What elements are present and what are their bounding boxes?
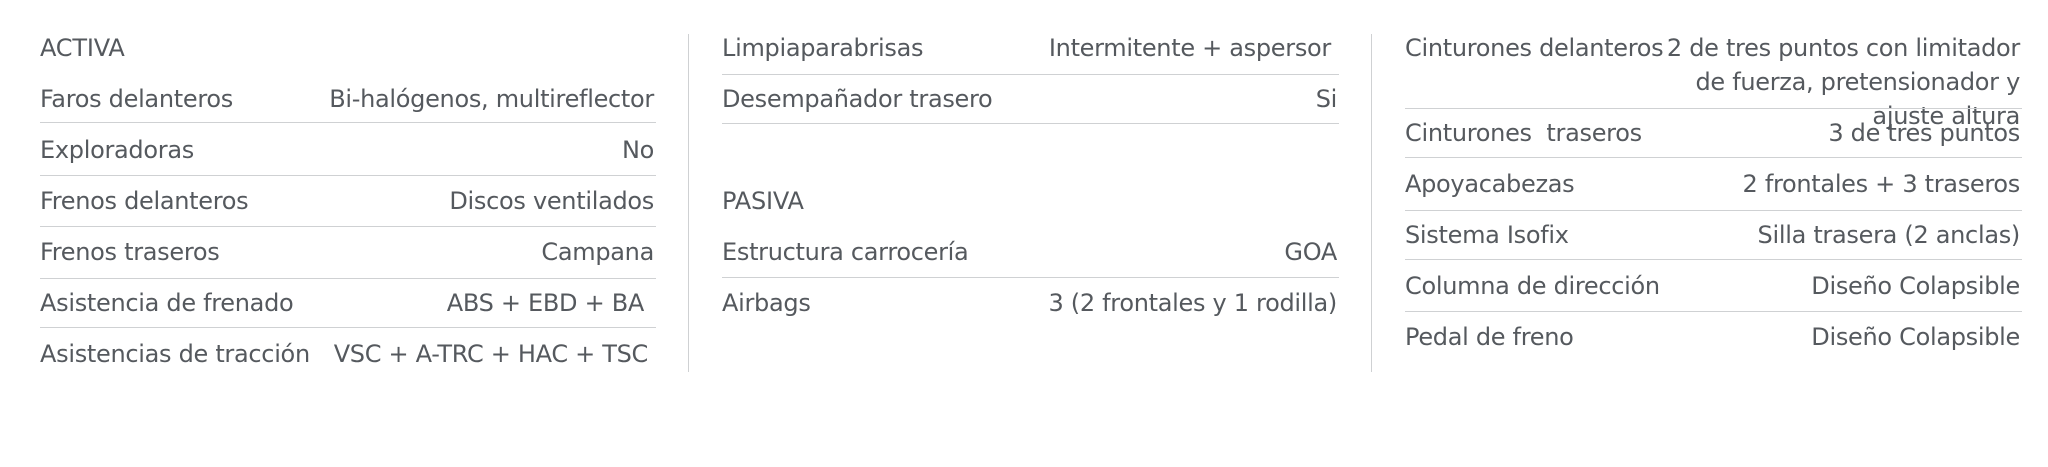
spec-value: Discos ventilados — [449, 187, 654, 215]
row-divider — [1405, 108, 2022, 109]
spec-value: Diseño Colapsible — [1811, 272, 2020, 300]
spec-value: Si — [1315, 85, 1338, 113]
spec-label: Airbags — [722, 289, 811, 317]
row-divider — [1405, 259, 2022, 260]
spec-value: 3 (2 frontales y 1 rodilla) — [1048, 289, 1338, 317]
spec-label: Asistencia de frenado — [40, 289, 294, 317]
spec-value: ABS + EBD + BA — [446, 289, 645, 317]
spec-label: Frenos delanteros — [40, 187, 249, 215]
spec-value: VSC + A-TRC + HAC + TSC — [333, 340, 649, 368]
spec-label: Pedal de freno — [1405, 323, 1574, 351]
spec-value: 3 de tres puntos — [1828, 119, 2020, 147]
row-divider — [722, 74, 1339, 75]
spec-label: Desempañador trasero — [722, 85, 993, 113]
spec-value: 2 frontales + 3 traseros — [1742, 170, 2021, 198]
spec-label: Estructura carrocería — [722, 238, 969, 266]
row-divider — [40, 327, 656, 328]
spec-label: Cinturones delanteros — [1405, 34, 1664, 62]
spec-value: Campana — [541, 238, 654, 266]
spec-label: Limpiaparabrisas — [722, 34, 924, 62]
column-divider — [1371, 34, 1372, 372]
spec-label: Cinturones traseros — [1405, 119, 1642, 147]
spec-label: Apoyacabezas — [1405, 170, 1575, 198]
spec-label: Frenos traseros — [40, 238, 220, 266]
row-divider — [40, 226, 656, 227]
specs-page: ACTIVA Faros delanteros Bi-halógenos, mu… — [0, 0, 2048, 467]
spec-value: Bi-halógenos, multireflector — [329, 85, 654, 113]
row-divider — [40, 122, 656, 123]
activa-heading: ACTIVA — [40, 34, 125, 62]
spec-value: No — [621, 136, 654, 164]
spec-label: Faros delanteros — [40, 85, 233, 113]
row-divider — [40, 175, 656, 176]
column-divider — [688, 34, 689, 372]
spec-label: Columna de dirección — [1405, 272, 1660, 300]
spec-label: Exploradoras — [40, 136, 194, 164]
spec-value: Diseño Colapsible — [1811, 323, 2020, 351]
row-divider — [722, 277, 1339, 278]
spec-label: Asistencias de tracción — [40, 340, 310, 368]
row-divider — [40, 278, 656, 279]
spec-label: Sistema Isofix — [1405, 221, 1569, 249]
row-divider — [722, 123, 1339, 124]
row-divider — [1405, 210, 2022, 211]
spec-value: Silla trasera (2 anclas) — [1757, 221, 2021, 249]
row-divider — [1405, 311, 2022, 312]
row-divider — [1405, 157, 2022, 158]
pasiva-heading: PASIVA — [722, 187, 804, 215]
spec-value: Intermitente + aspersor — [1048, 34, 1331, 62]
spec-value: 2 de tres puntos con limitador de fuerza… — [1666, 34, 2020, 130]
spec-value: GOA — [1284, 238, 1337, 266]
